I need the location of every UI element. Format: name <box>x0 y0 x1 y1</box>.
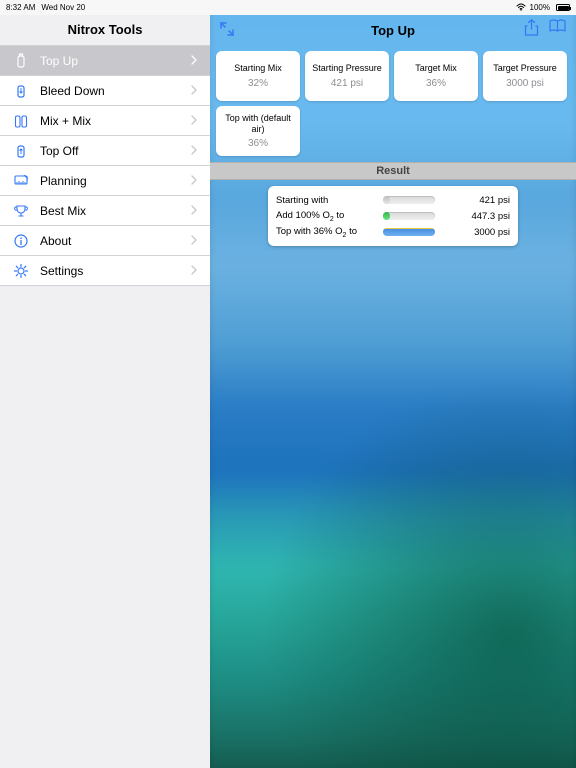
card-starting-mix[interactable]: Starting Mix 32% <box>216 51 300 101</box>
detail-pane: Top Up Starting Mix 32% Starting Pressur <box>210 15 576 768</box>
result-value: 3000 psi <box>446 227 510 238</box>
result-header: Result <box>210 162 576 180</box>
info-icon <box>12 232 30 250</box>
chevron-right-icon <box>190 52 198 70</box>
card-value: 3000 psi <box>506 78 544 89</box>
chevron-right-icon <box>190 202 198 220</box>
chevron-right-icon <box>190 142 198 160</box>
bookmark-button[interactable] <box>549 19 566 41</box>
card-title: Target Pressure <box>493 63 557 73</box>
sidebar-title: Nitrox Tools <box>0 15 210 45</box>
sidebar-item-mix-plus-mix[interactable]: Mix + Mix <box>0 106 210 136</box>
detail-header: Top Up <box>210 15 576 45</box>
card-title: Starting Mix <box>234 63 282 73</box>
card-title: Top with (default air) <box>218 113 298 134</box>
status-date: Wed Nov 20 <box>41 3 85 12</box>
input-cards: Starting Mix 32% Starting Pressure 421 p… <box>210 45 576 156</box>
ruler-icon <box>12 172 30 190</box>
trophy-icon <box>12 202 30 220</box>
sidebar-item-label: Top Up <box>40 54 190 68</box>
result-bar <box>383 196 435 204</box>
card-value: 421 psi <box>331 78 363 89</box>
tank-up-icon <box>12 142 30 160</box>
sidebar-item-about[interactable]: About <box>0 226 210 256</box>
sidebar-item-label: Best Mix <box>40 204 190 218</box>
sidebar-item-best-mix[interactable]: Best Mix <box>0 196 210 226</box>
tank-down-icon <box>12 82 30 100</box>
sidebar-item-label: Settings <box>40 264 190 278</box>
result-row: Starting with 421 psi <box>276 192 510 208</box>
chevron-right-icon <box>190 82 198 100</box>
card-value: 36% <box>426 78 446 89</box>
card-title: Starting Pressure <box>312 63 382 73</box>
card-value: 36% <box>248 138 268 149</box>
chevron-right-icon <box>190 232 198 250</box>
card-target-pressure[interactable]: Target Pressure 3000 psi <box>483 51 567 101</box>
wifi-icon <box>516 3 526 13</box>
card-starting-pressure[interactable]: Starting Pressure 421 psi <box>305 51 389 101</box>
tank-icon <box>12 52 30 70</box>
result-panel: Starting with 421 psi Add 100% O2 to 447… <box>268 186 518 246</box>
result-value: 447.3 psi <box>446 211 510 222</box>
result-row: Add 100% O2 to 447.3 psi <box>276 208 510 224</box>
sidebar-item-settings[interactable]: Settings <box>0 256 210 286</box>
result-row: Top with 36% O2 to 3000 psi <box>276 224 510 240</box>
share-button[interactable] <box>524 19 539 41</box>
sidebar-item-label: Mix + Mix <box>40 114 190 128</box>
sidebar-item-planning[interactable]: Planning <box>0 166 210 196</box>
gear-icon <box>12 262 30 280</box>
sidebar-item-label: Bleed Down <box>40 84 190 98</box>
card-title: Target Mix <box>415 63 457 73</box>
result-label: Add 100% O2 to <box>276 210 371 223</box>
sidebar-item-top-off[interactable]: Top Off <box>0 136 210 166</box>
sidebar-item-label: Top Off <box>40 144 190 158</box>
sidebar-list: Top Up Bleed Down Mix + Mix Top Off <box>0 45 210 286</box>
tanks-icon <box>12 112 30 130</box>
card-target-mix[interactable]: Target Mix 36% <box>394 51 478 101</box>
sidebar-item-bleed-down[interactable]: Bleed Down <box>0 76 210 106</box>
chevron-right-icon <box>190 262 198 280</box>
battery-icon <box>554 4 570 11</box>
chevron-right-icon <box>190 172 198 190</box>
status-bar: 8:32 AM Wed Nov 20 100% <box>0 0 576 15</box>
sidebar-item-label: About <box>40 234 190 248</box>
battery-pct: 100% <box>530 3 550 12</box>
card-value: 32% <box>248 78 268 89</box>
result-bar <box>383 228 435 236</box>
result-label: Top with 36% O2 to <box>276 226 371 239</box>
result-bar <box>383 212 435 220</box>
sidebar: Nitrox Tools Top Up Bleed Down Mix + Mix <box>0 15 210 768</box>
result-label: Starting with <box>276 195 371 206</box>
sidebar-item-top-up[interactable]: Top Up <box>0 46 210 76</box>
status-time: 8:32 AM <box>6 3 35 12</box>
sidebar-item-label: Planning <box>40 174 190 188</box>
detail-title: Top Up <box>210 23 576 38</box>
result-value: 421 psi <box>446 195 510 206</box>
card-top-with[interactable]: Top with (default air) 36% <box>216 106 300 156</box>
chevron-right-icon <box>190 112 198 130</box>
expand-button[interactable] <box>220 22 234 39</box>
